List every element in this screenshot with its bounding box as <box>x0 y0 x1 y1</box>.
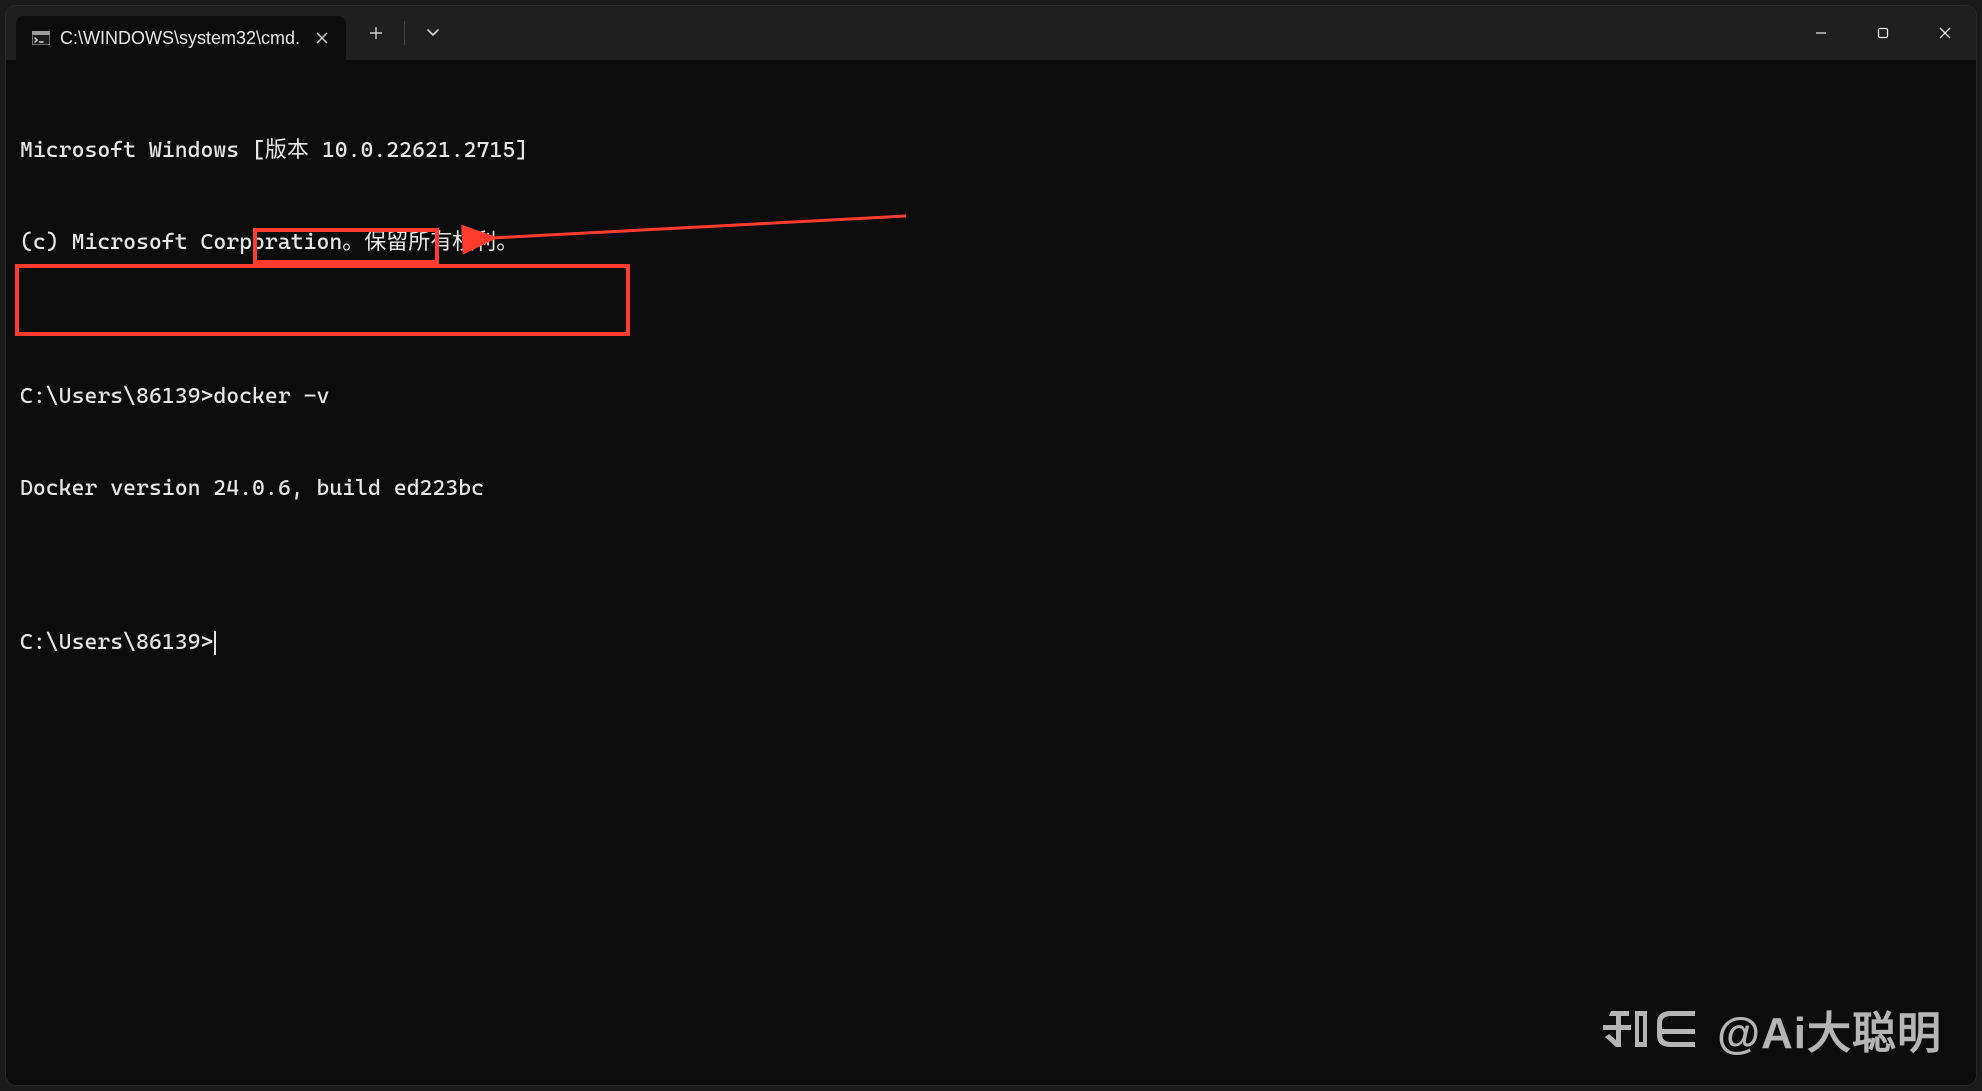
tab-close-button[interactable] <box>310 26 334 50</box>
prompt-prefix: C:\Users\86139> <box>20 384 213 409</box>
watermark: @Ai大聪明 <box>1599 997 1942 1061</box>
titlebar: C:\WINDOWS\system32\cmd. <box>6 6 1976 60</box>
terminal-line: Microsoft Windows [版本 10.0.22621.2715] <box>20 136 1962 167</box>
maximize-icon <box>1876 26 1890 40</box>
plus-icon <box>369 26 383 40</box>
tabs-area: C:\WINDOWS\system32\cmd. <box>6 6 346 60</box>
tab-dropdown-button[interactable] <box>409 11 457 55</box>
zhihu-logo-icon <box>1599 1005 1699 1053</box>
watermark-text: @Ai大聪明 <box>1717 997 1942 1061</box>
terminal-output-line: Docker version 24.0.6, build ed223bc <box>20 474 1962 505</box>
window-controls <box>1790 6 1976 60</box>
terminal-window: C:\WINDOWS\system32\cmd. <box>6 6 1976 1085</box>
close-icon <box>1938 26 1952 40</box>
titlebar-drag-region[interactable] <box>457 6 1790 60</box>
close-icon <box>316 32 328 44</box>
tab-cmd[interactable]: C:\WINDOWS\system32\cmd. <box>16 16 346 60</box>
tab-title: C:\WINDOWS\system32\cmd. <box>60 28 300 49</box>
terminal-prompt-line: C:\Users\86139>docker -v <box>20 382 1962 413</box>
close-window-button[interactable] <box>1914 6 1976 60</box>
cursor <box>214 631 216 655</box>
minimize-button[interactable] <box>1790 6 1852 60</box>
annotation-highlight-output <box>15 264 630 336</box>
divider <box>404 21 405 45</box>
terminal-body[interactable]: Microsoft Windows [版本 10.0.22621.2715] (… <box>6 60 1976 1085</box>
new-tab-button[interactable] <box>352 11 400 55</box>
tab-actions <box>346 6 457 60</box>
terminal-prompt-line: C:\Users\86139> <box>20 628 1962 659</box>
cmd-icon <box>32 31 50 45</box>
entered-command: docker -v <box>213 384 329 409</box>
minimize-icon <box>1814 26 1828 40</box>
chevron-down-icon <box>426 28 440 38</box>
prompt-prefix: C:\Users\86139> <box>20 630 213 655</box>
terminal-line: (c) Microsoft Corporation。保留所有权利。 <box>20 228 1962 259</box>
maximize-button[interactable] <box>1852 6 1914 60</box>
